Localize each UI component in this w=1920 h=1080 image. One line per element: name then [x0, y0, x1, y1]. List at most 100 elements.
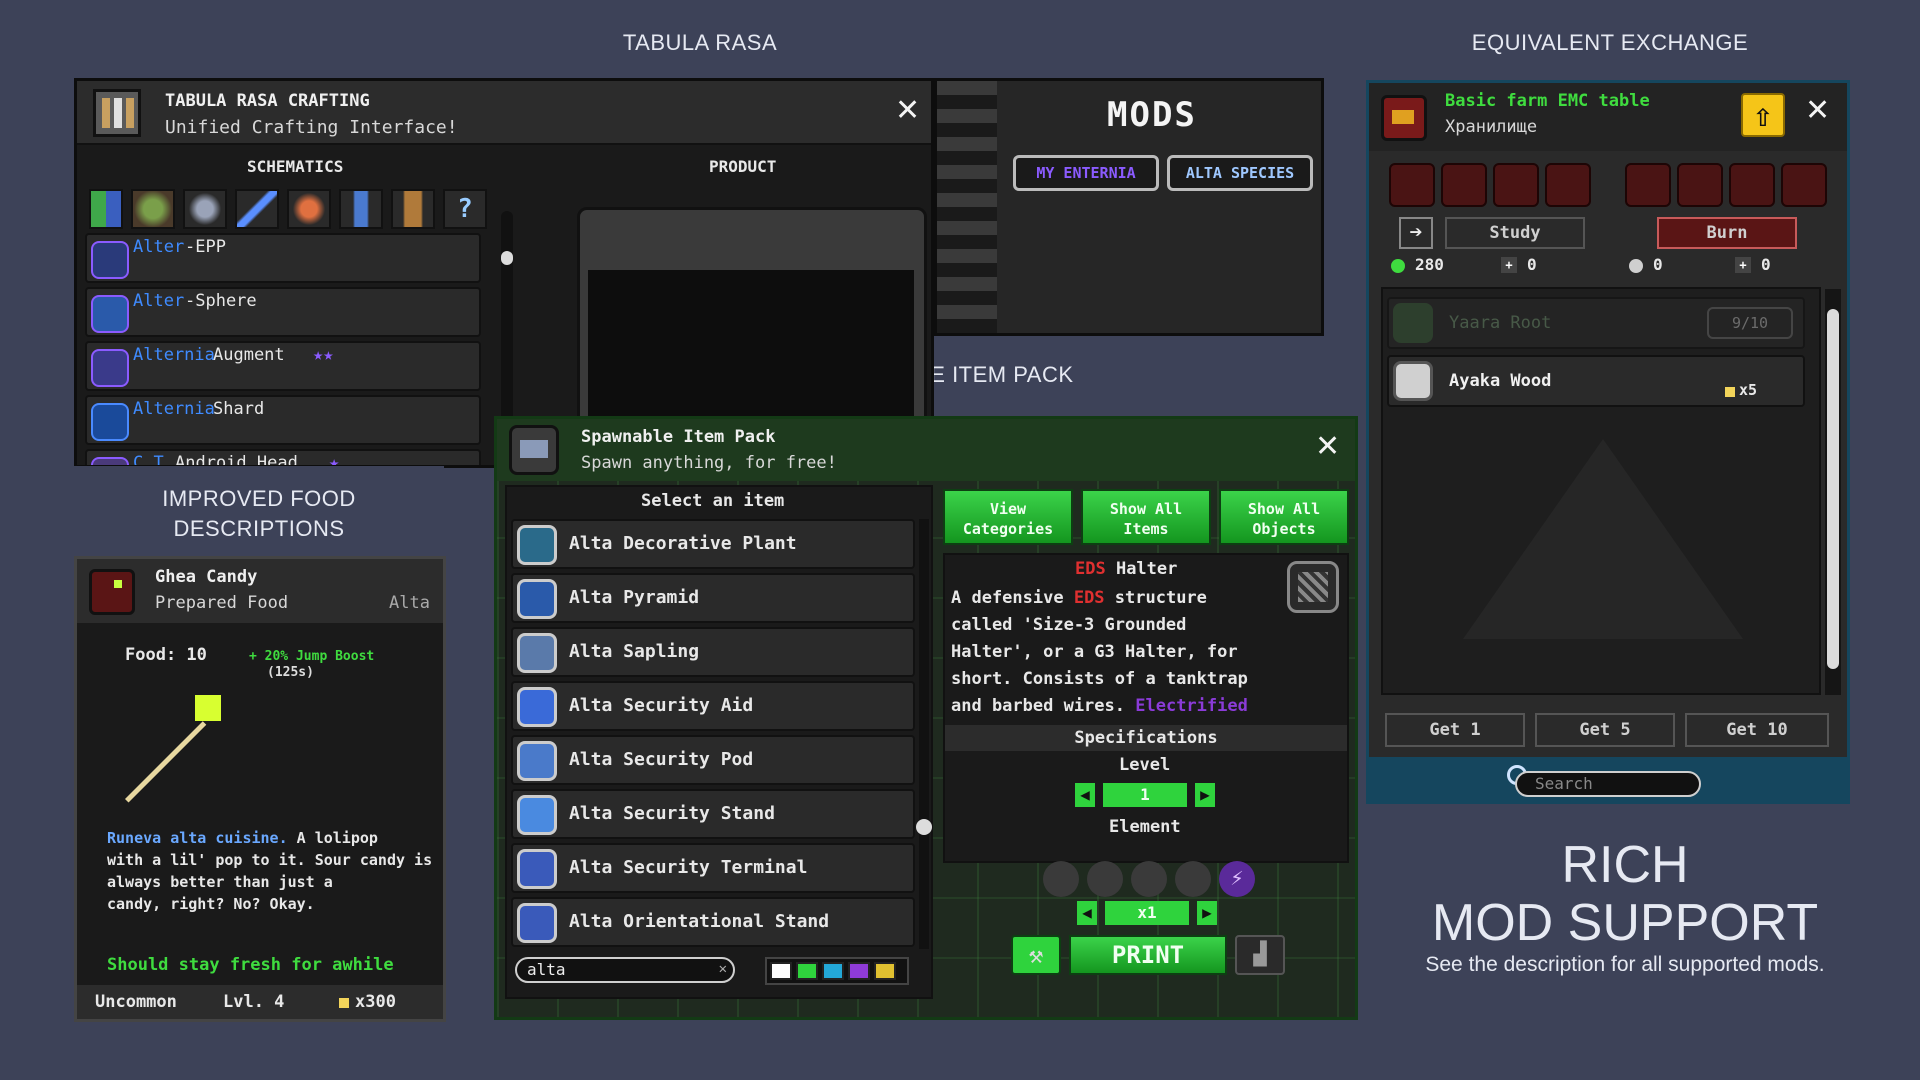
tool-icon[interactable]	[339, 189, 383, 229]
clear-search-icon[interactable]: ✕	[719, 961, 727, 977]
detail-title-prefix: EDS	[1075, 559, 1106, 579]
food-icon[interactable]	[287, 189, 331, 229]
study-button[interactable]: Study	[1445, 217, 1585, 249]
chevron-left-icon[interactable]: ◀	[1075, 783, 1095, 807]
chevron-right-icon[interactable]: ▶	[1195, 783, 1215, 807]
emc-scrollbar[interactable]	[1825, 289, 1841, 695]
plant-icon[interactable]	[131, 189, 175, 229]
list-item[interactable]: Alternia Augment ★★	[85, 341, 481, 391]
caption-food-line1: IMPROVED FOOD	[162, 486, 356, 511]
output-slot[interactable]	[1729, 163, 1775, 207]
item-name: Shard	[213, 399, 265, 419]
spawnable-panel: Spawnable Item Pack Spawn anything, for …	[494, 416, 1358, 1020]
help-icon[interactable]: ?	[443, 189, 487, 229]
item-list: Alta Decorative Plant Alta Pyramid Alta …	[511, 519, 915, 949]
mods-tab-my-enternia[interactable]: MY ENTERNIA	[1013, 155, 1159, 191]
pixel-coin-icon	[1725, 387, 1735, 397]
list-item[interactable]: Alta Orientational Stand	[511, 897, 915, 947]
filter-purple[interactable]	[848, 962, 870, 980]
print-button[interactable]: PRINT	[1069, 935, 1227, 975]
fire-element-icon[interactable]	[1175, 861, 1211, 897]
spawn-title: Spawnable Item Pack	[581, 427, 776, 447]
item-name: Alta Decorative Plant	[569, 533, 797, 554]
list-item[interactable]: Ayaka Wood x5	[1387, 355, 1805, 407]
filter-white[interactable]	[770, 962, 792, 980]
color-filters	[765, 957, 909, 985]
security-terminal-icon	[517, 849, 557, 889]
filter-blue[interactable]	[822, 962, 844, 980]
input-slot[interactable]	[1441, 163, 1487, 207]
show-all-objects-button[interactable]: Show All Objects	[1219, 489, 1349, 545]
poison-element-icon[interactable]	[1131, 861, 1167, 897]
schematics-header: SCHEMATICS	[247, 157, 344, 176]
list-item[interactable]: Alta Security Pod	[511, 735, 915, 785]
upload-button[interactable]: ⇧	[1741, 93, 1785, 137]
output-slot[interactable]	[1677, 163, 1723, 207]
emc-search-input[interactable]: Search	[1515, 771, 1701, 797]
item-name: -EPP	[185, 237, 226, 257]
furniture-icon[interactable]	[391, 189, 435, 229]
list-item[interactable]: Alta Security Terminal	[511, 843, 915, 893]
burn-button[interactable]: Burn	[1657, 217, 1797, 249]
emc-value: 280	[1415, 255, 1444, 274]
list-item[interactable]: Yaara Root 9/10	[1387, 297, 1805, 349]
list-item[interactable]: Alta Pyramid	[511, 573, 915, 623]
tabula-title: TABULA RASA CRAFTING	[165, 91, 370, 111]
buff-duration: (125s)	[267, 665, 314, 680]
arrow-right-icon: ➔	[1409, 220, 1423, 245]
mods-tab-alta-species[interactable]: ALTA SPECIES	[1167, 155, 1313, 191]
spawn-search-input[interactable]: alta ✕	[515, 957, 735, 983]
spawn-close-button[interactable]: ✕	[1315, 429, 1340, 464]
item-name: Augment	[213, 345, 285, 365]
view-categories-button[interactable]: View Categories	[943, 489, 1073, 545]
filter-yellow[interactable]	[874, 962, 896, 980]
armor-icon[interactable]	[183, 189, 227, 229]
list-item[interactable]: Alta Security Stand	[511, 789, 915, 839]
ice-element-icon[interactable]	[1087, 861, 1123, 897]
list-item[interactable]: Alta Decorative Plant	[511, 519, 915, 569]
tabula-close-button[interactable]: ✕	[895, 93, 920, 128]
list-item[interactable]: Alta Security Aid	[511, 681, 915, 731]
anvil-button[interactable]: ▟	[1235, 935, 1285, 975]
wrench-button[interactable]: ⚒	[1011, 935, 1061, 975]
input-slot[interactable]	[1545, 163, 1591, 207]
emc-table-icon	[1381, 95, 1427, 141]
show-all-items-button[interactable]: Show All Items	[1081, 489, 1211, 545]
filter-green[interactable]	[796, 962, 818, 980]
list-item[interactable]: Alter -Sphere	[85, 287, 481, 337]
item-prefix: Alternia	[133, 399, 215, 419]
output-slot[interactable]	[1781, 163, 1827, 207]
list-item[interactable]: Alternia Shard	[85, 395, 481, 445]
input-slot[interactable]	[1493, 163, 1539, 207]
item-name: Alta Security Pod	[569, 749, 754, 770]
arrow-up-icon: ⇧	[1753, 96, 1773, 134]
get-1-button[interactable]: Get 1	[1385, 713, 1525, 747]
sword-icon[interactable]	[235, 189, 279, 229]
electric-element-icon[interactable]: ⚡	[1219, 861, 1255, 897]
get-5-button[interactable]: Get 5	[1535, 713, 1675, 747]
specifications-header: Specifications	[945, 725, 1347, 751]
list-item[interactable]: Alta Sapling	[511, 627, 915, 677]
get-10-button[interactable]: Get 10	[1685, 713, 1829, 747]
sapling-icon	[517, 633, 557, 673]
list-item[interactable]: Alter -EPP	[85, 233, 481, 283]
detail-description: A defensive EDS structure called 'Size-3…	[951, 588, 1248, 716]
item-name: Alta Sapling	[569, 641, 700, 662]
input-slot[interactable]	[1389, 163, 1435, 207]
chevron-right-icon[interactable]: ▶	[1197, 901, 1217, 925]
item-list-scrollbar[interactable]	[916, 519, 932, 949]
grid-icon[interactable]	[89, 189, 123, 229]
food-tooltip: Ghea Candy Prepared Food Alta Food: 10 +…	[74, 556, 446, 1022]
freshness-label: Should stay fresh for awhile	[107, 955, 394, 975]
level-value: 1	[1103, 783, 1187, 807]
emc-close-button[interactable]: ✕	[1805, 93, 1830, 128]
physical-element-icon[interactable]	[1043, 861, 1079, 897]
output-slot[interactable]	[1625, 163, 1671, 207]
food-header: Ghea Candy Prepared Food Alta	[77, 559, 443, 623]
tabula-header: TABULA RASA CRAFTING Unified Crafting In…	[77, 81, 931, 145]
search-placeholder: Search	[1535, 774, 1593, 793]
transfer-arrow-button[interactable]: ➔	[1399, 217, 1433, 249]
chevron-left-icon[interactable]: ◀	[1077, 901, 1097, 925]
item-name: Yaara Root	[1449, 313, 1552, 333]
quantity-stepper: ◀ x1 ▶	[1077, 901, 1217, 925]
